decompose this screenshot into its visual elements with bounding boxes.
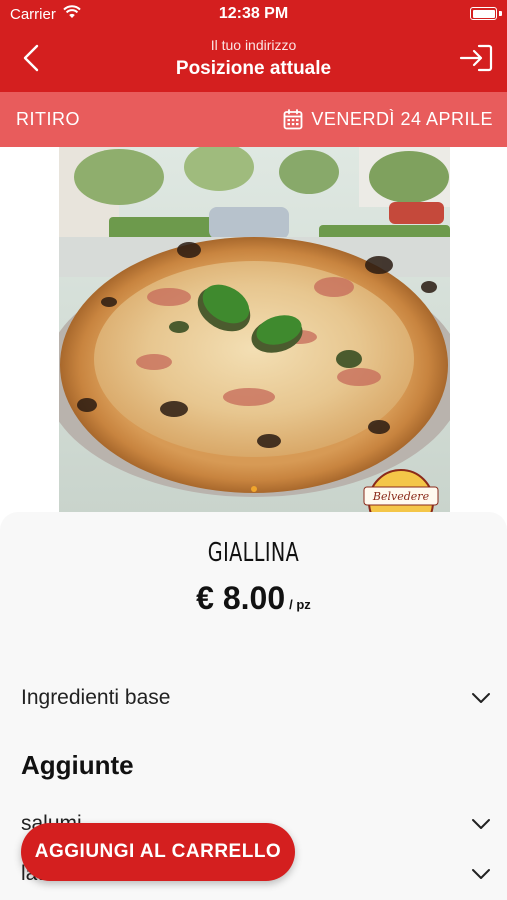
price-unit: / pz: [289, 597, 311, 612]
address-title[interactable]: Posizione attuale: [0, 58, 507, 80]
chevron-down-icon: [472, 819, 490, 829]
status-bar: Carrier 12:38 PM: [0, 0, 507, 28]
product-price: € 8.00: [196, 580, 286, 616]
calendar-icon: [284, 109, 303, 130]
date-selector[interactable]: VENERDÌ 24 APRILE: [283, 92, 493, 147]
additions-title: Aggiunte: [21, 750, 134, 780]
svg-text:Belvedere: Belvedere: [372, 490, 430, 503]
pizza-image: Belvedere: [59, 147, 450, 514]
date-label: VENERDÌ 24 APRILE: [311, 109, 493, 129]
price-row: € 8.00/ pz: [0, 580, 507, 617]
base-ingredients-row[interactable]: Ingredienti base: [21, 686, 491, 710]
clock: 12:38 PM: [218, 5, 289, 22]
base-ingredients-label: Ingredienti base: [21, 686, 171, 709]
chevron-down-icon: [472, 869, 490, 879]
order-options-bar: RITIRO VENERDÌ 24 APRILE: [0, 92, 507, 147]
sign-in-icon: [459, 44, 493, 72]
login-button[interactable]: [457, 40, 495, 76]
product-name: GIALLINA: [207, 538, 300, 568]
pickup-mode-button[interactable]: RITIRO: [16, 92, 80, 147]
battery-icon: [470, 7, 497, 20]
top-nav-bar: Carrier 12:38 PM Il tuo indirizzo Posizi…: [0, 0, 507, 92]
add-to-cart-button[interactable]: AGGIUNGI AL CARRELLO: [21, 823, 295, 881]
chevron-down-icon: [472, 693, 490, 703]
product-photo: Belvedere: [59, 147, 450, 514]
battery-tip: [499, 11, 502, 16]
address-subtitle[interactable]: Il tuo indirizzo: [0, 37, 507, 53]
